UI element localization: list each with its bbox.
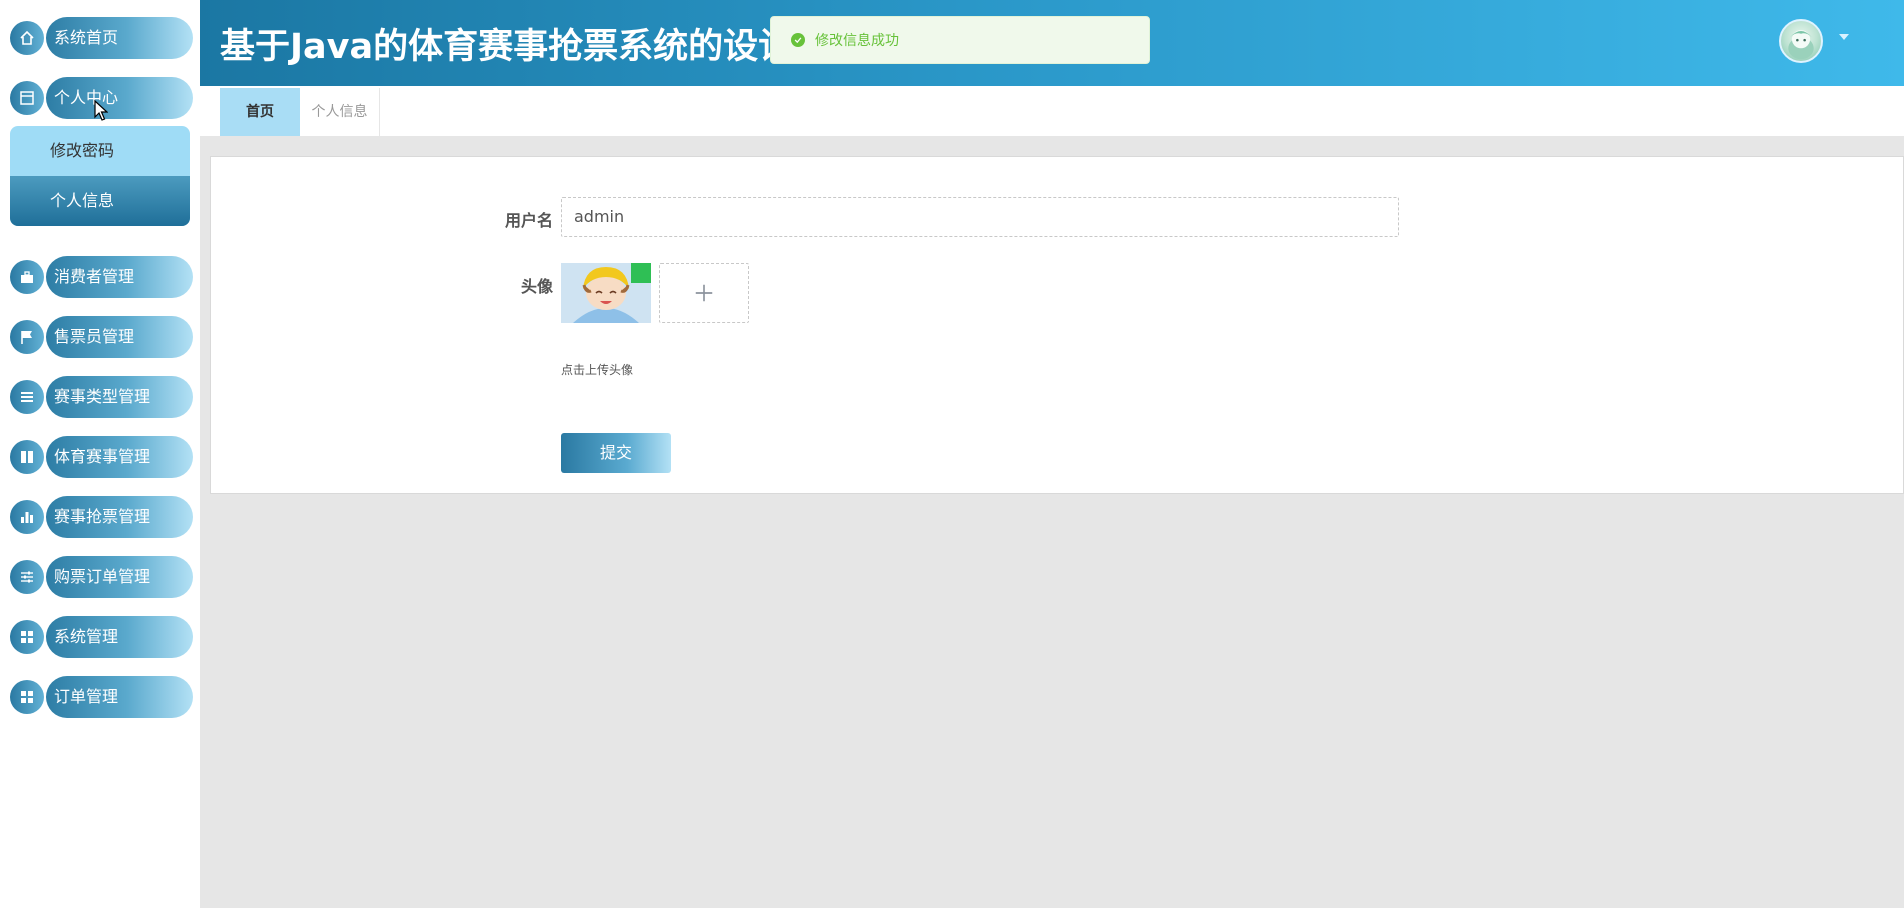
submenu-item-personal-info[interactable]: 个人信息 bbox=[10, 176, 190, 226]
submit-button[interactable]: 提交 bbox=[561, 433, 671, 473]
home-icon bbox=[10, 21, 44, 55]
list-icon bbox=[10, 380, 44, 414]
sidebar-item-consumers[interactable]: 消费者管理 bbox=[10, 256, 193, 298]
sidebar-item-ticket-orders[interactable]: 购票订单管理 bbox=[10, 556, 193, 598]
sidebar-item-label: 售票员管理 bbox=[54, 327, 135, 346]
book-icon bbox=[10, 440, 44, 474]
sidebar-item-orders[interactable]: 订单管理 bbox=[10, 676, 193, 718]
upload-hint: 点击上传头像 bbox=[561, 363, 634, 377]
user-avatar[interactable] bbox=[1779, 19, 1823, 63]
sidebar-item-label: 体育赛事管理 bbox=[54, 447, 151, 466]
tab-home[interactable]: 首页 bbox=[220, 88, 300, 136]
profile-form-card: 用户名 admin 头像 点击上传头像 提交 bbox=[210, 156, 1904, 494]
sidebar: 系统首页 个人中心 修改密码 个人信息 消费者管理 售票员管理 赛事类型管理 体… bbox=[0, 0, 200, 908]
sidebar-item-label: 系统首页 bbox=[54, 28, 119, 47]
sidebar-item-sports-events[interactable]: 体育赛事管理 bbox=[10, 436, 193, 478]
sidebar-item-home[interactable]: 系统首页 bbox=[10, 17, 193, 59]
sliders-icon bbox=[10, 560, 44, 594]
sidebar-item-label: 系统管理 bbox=[54, 627, 119, 646]
submenu-item-change-password[interactable]: 修改密码 bbox=[10, 126, 190, 176]
mouse-cursor-icon bbox=[94, 100, 108, 121]
sidebar-item-event-types[interactable]: 赛事类型管理 bbox=[10, 376, 193, 418]
window-icon bbox=[10, 81, 44, 115]
briefcase-icon bbox=[10, 260, 44, 294]
sidebar-item-label: 订单管理 bbox=[54, 687, 119, 706]
toast-message: 修改信息成功 bbox=[815, 33, 899, 49]
username-label: 用户名 bbox=[504, 211, 553, 230]
bar-chart-icon bbox=[10, 500, 44, 534]
sidebar-item-label: 消费者管理 bbox=[54, 267, 135, 286]
sidebar-item-label: 赛事抢票管理 bbox=[54, 507, 151, 526]
avatar-label: 头像 bbox=[520, 277, 553, 296]
success-toast: 修改信息成功 bbox=[770, 16, 1150, 64]
upload-button[interactable] bbox=[659, 263, 749, 323]
avatar-preview-image-icon bbox=[561, 263, 651, 323]
plus-icon bbox=[695, 284, 713, 302]
tab-personal-info[interactable]: 个人信息 bbox=[300, 88, 380, 136]
sidebar-item-ticket-sellers[interactable]: 售票员管理 bbox=[10, 316, 193, 358]
grid-icon bbox=[10, 680, 44, 714]
caret-down-icon[interactable] bbox=[1839, 34, 1849, 40]
personal-center-submenu: 修改密码 个人信息 bbox=[10, 126, 190, 226]
avatar-preview[interactable] bbox=[561, 263, 651, 323]
tab-bar: 首页 个人信息 bbox=[200, 86, 1904, 136]
username-field[interactable]: admin bbox=[561, 197, 1399, 237]
flag-icon bbox=[10, 320, 44, 354]
sidebar-item-label: 赛事类型管理 bbox=[54, 387, 151, 406]
sidebar-item-label: 个人中心 bbox=[54, 88, 119, 107]
sidebar-item-system[interactable]: 系统管理 bbox=[10, 616, 193, 658]
grid-icon bbox=[10, 620, 44, 654]
avatar-image-icon bbox=[1788, 30, 1814, 60]
app-title: 基于Java的体育赛事抢票系统的设计 bbox=[220, 27, 780, 67]
check-circle-icon bbox=[791, 33, 805, 47]
sidebar-item-ticket-grab[interactable]: 赛事抢票管理 bbox=[10, 496, 193, 538]
sidebar-item-label: 购票订单管理 bbox=[54, 567, 151, 586]
